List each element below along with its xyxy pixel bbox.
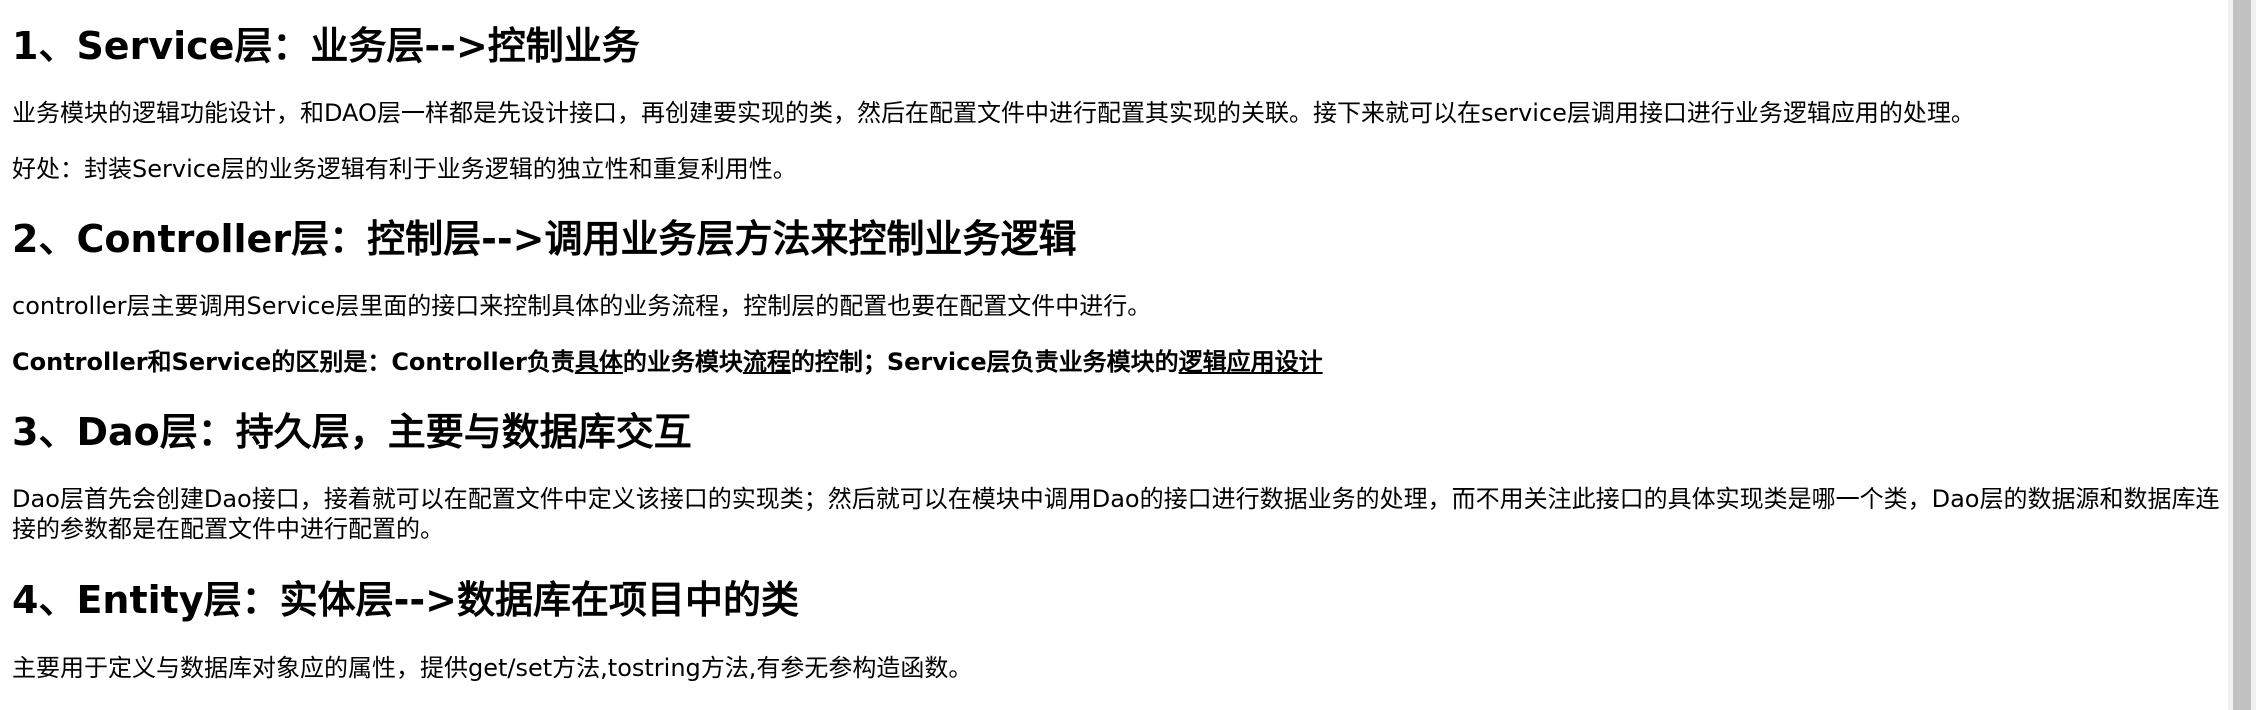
section-3-paragraph-1: Dao层首先会创建Dao接口，接着就可以在配置文件中定义该接口的实现类；然后就可… bbox=[12, 485, 2220, 543]
article-content: 1、Service层：业务层-->控制业务 业务模块的逻辑功能设计，和DAO层一… bbox=[0, 0, 2228, 710]
underlined-text-process: 流程 bbox=[742, 348, 791, 376]
underlined-text-specific: 具体 bbox=[574, 348, 623, 376]
underlined-text-logic-design: 逻辑应用设计 bbox=[1178, 348, 1323, 376]
section-2-heading: 2、Controller层：控制层-->调用业务层方法来控制业务逻辑 bbox=[12, 217, 1077, 261]
section-4-paragraph-1: 主要用于定义与数据库对象应的属性，提供get/set方法,tostring方法,… bbox=[12, 654, 973, 682]
section-2-bold-paragraph: Controller和Service的区别是：Controller负责具体的业务… bbox=[12, 346, 1323, 378]
scrollbar-thumb[interactable] bbox=[2233, 0, 2251, 710]
section-3-heading: 3、Dao层：持久层，主要与数据库交互 bbox=[12, 410, 692, 454]
vertical-scrollbar[interactable] bbox=[2228, 0, 2256, 710]
bold-text-part-3: 的业务模块 bbox=[622, 348, 743, 376]
section-4-heading: 4、Entity层：实体层-->数据库在项目中的类 bbox=[12, 578, 799, 622]
section-1-paragraph-1: 业务模块的逻辑功能设计，和DAO层一样都是先设计接口，再创建要实现的类，然后在配… bbox=[12, 99, 1975, 127]
section-2-paragraph-1: controller层主要调用Service层里面的接口来控制具体的业务流程，控… bbox=[12, 292, 1152, 320]
bold-text-part-5: 的控制；Service层负责业务模块的 bbox=[790, 348, 1179, 376]
section-1-heading: 1、Service层：业务层-->控制业务 bbox=[12, 24, 640, 68]
bold-text-part-1: Controller和Service的区别是：Controller负责 bbox=[12, 348, 575, 376]
section-1-paragraph-2: 好处：封装Service层的业务逻辑有利于业务逻辑的独立性和重复利用性。 bbox=[12, 155, 797, 183]
